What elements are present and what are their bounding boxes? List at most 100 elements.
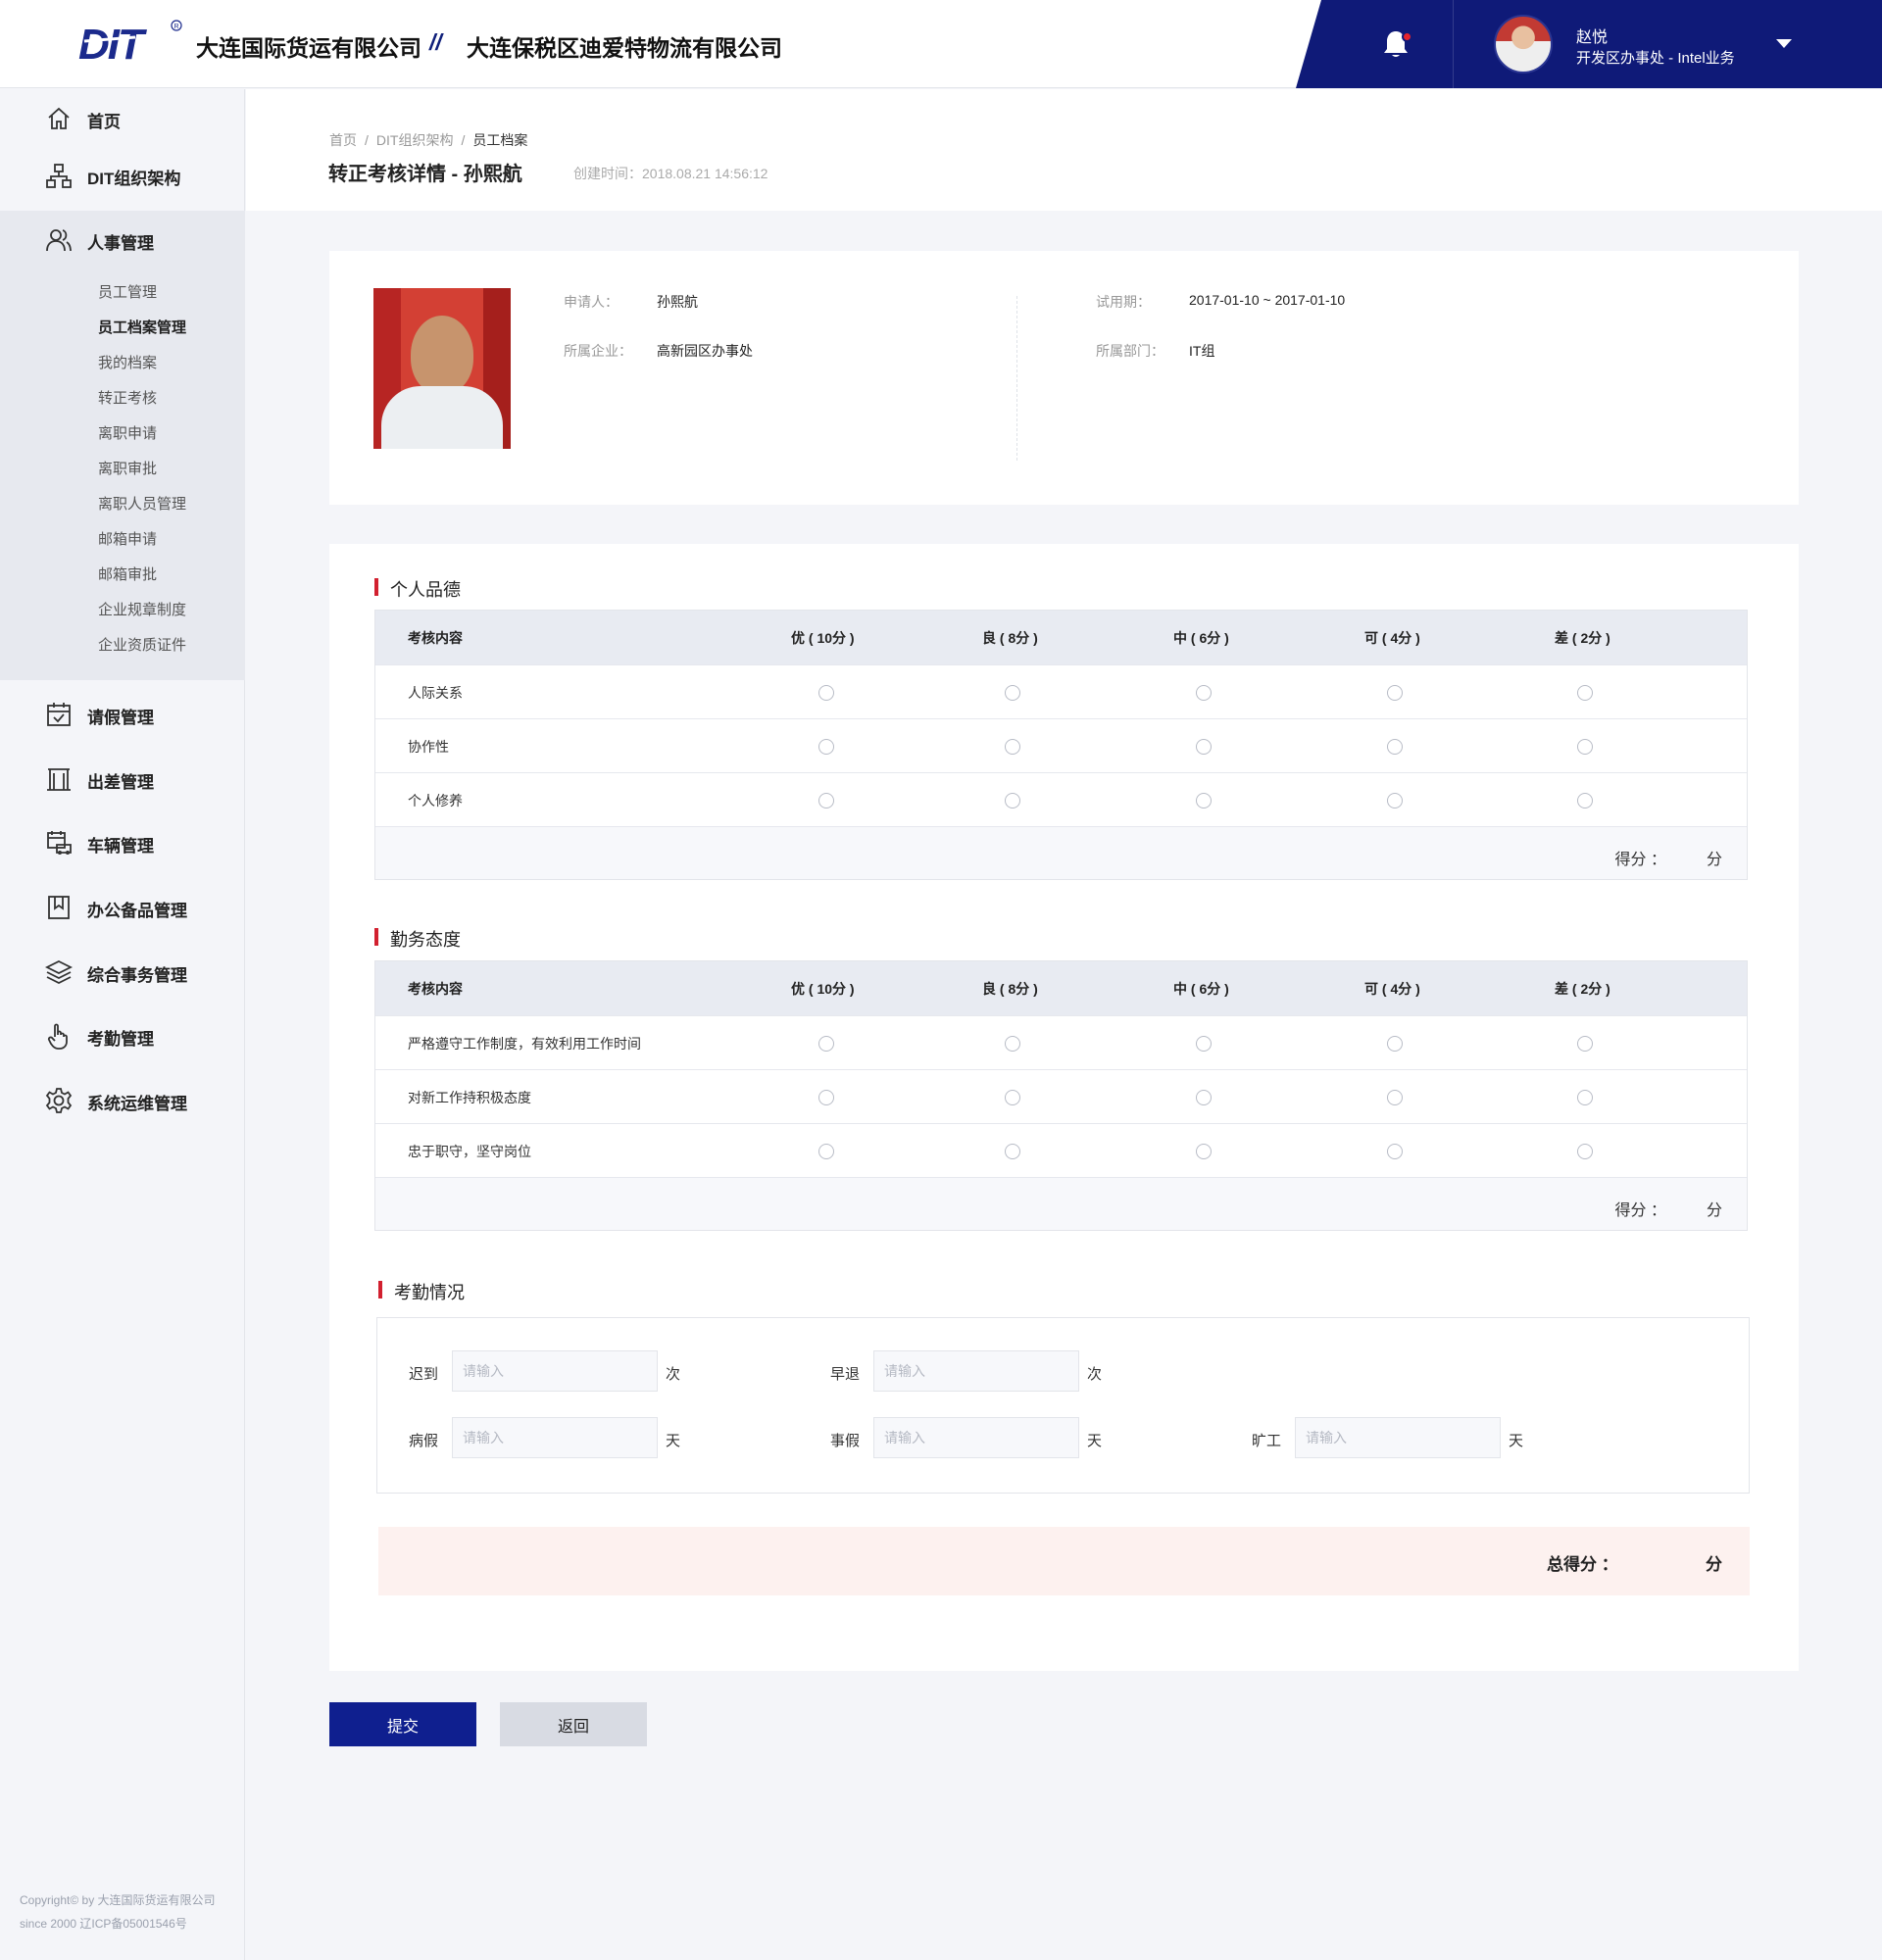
absence-unit: 天 xyxy=(1509,1433,1524,1449)
radio-poor[interactable] xyxy=(1577,739,1593,755)
late-label: 迟到 xyxy=(409,1366,439,1383)
sub-item-employee[interactable]: 员工管理 xyxy=(98,281,157,302)
radio-average[interactable] xyxy=(1196,1036,1212,1052)
breadcrumb-separator: / xyxy=(461,132,466,148)
radio-average[interactable] xyxy=(1196,739,1212,755)
radio-excellent[interactable] xyxy=(818,793,834,808)
breadcrumb-home[interactable]: 首页 xyxy=(329,132,357,148)
personal-leave-label: 事假 xyxy=(830,1433,861,1449)
sub-item-mailbox-approve[interactable]: 邮箱审批 xyxy=(98,564,157,584)
breadcrumb-current: 员工档案 xyxy=(472,132,528,148)
dit-logo[interactable]: DIT R xyxy=(78,20,186,65)
sidebar: 首页 DIT组织架构 人事管理 员工管理 员工档案管理 我的档案 转正考核 离职… xyxy=(0,89,245,1960)
radio-poor[interactable] xyxy=(1577,1036,1593,1052)
radio-good[interactable] xyxy=(1005,685,1020,701)
radio-average[interactable] xyxy=(1196,793,1212,808)
sub-item-resign-apply[interactable]: 离职申请 xyxy=(98,422,157,443)
radio-fair[interactable] xyxy=(1387,1090,1403,1105)
radio-fair[interactable] xyxy=(1387,1144,1403,1159)
sidebar-item-label: 出差管理 xyxy=(87,773,154,792)
radio-poor[interactable] xyxy=(1577,685,1593,701)
sidebar-item-office-supplies[interactable]: 办公备品管理 xyxy=(0,878,245,935)
absence-input[interactable] xyxy=(1295,1417,1501,1458)
submit-button[interactable]: 提交 xyxy=(329,1702,476,1746)
early-leave-unit: 次 xyxy=(1087,1366,1103,1383)
sub-item-regulations[interactable]: 企业规章制度 xyxy=(98,599,186,619)
radio-good[interactable] xyxy=(1005,1144,1020,1159)
row-label: 忠于职守，坚守岗位 xyxy=(408,1144,531,1159)
table-row: 人际关系 xyxy=(375,664,1747,718)
radio-excellent[interactable] xyxy=(818,1036,834,1052)
sub-item-probation-review[interactable]: 转正考核 xyxy=(98,387,157,408)
personal-leave-input[interactable] xyxy=(873,1417,1079,1458)
breadcrumb-separator: / xyxy=(365,132,369,148)
chevron-down-icon[interactable] xyxy=(1776,39,1792,48)
radio-fair[interactable] xyxy=(1387,1036,1403,1052)
attendance-box: 迟到 次 早退 次 病假 天 事假 天 旷工 天 xyxy=(376,1317,1750,1494)
radio-good[interactable] xyxy=(1005,1036,1020,1052)
radio-poor[interactable] xyxy=(1577,1144,1593,1159)
score-row: 得分 ： 分 xyxy=(375,826,1747,879)
total-score-bar: 总得分 ： 分 xyxy=(378,1527,1750,1595)
sick-leave-input[interactable] xyxy=(452,1417,658,1458)
sub-item-mailbox-apply[interactable]: 邮箱申请 xyxy=(98,528,157,549)
radio-good[interactable] xyxy=(1005,739,1020,755)
sidebar-item-label: 请假管理 xyxy=(87,709,154,727)
radio-good[interactable] xyxy=(1005,1090,1020,1105)
page-title: 转正考核详情 - 孙熙航 xyxy=(328,164,522,185)
radio-excellent[interactable] xyxy=(818,739,834,755)
radio-poor[interactable] xyxy=(1577,1090,1593,1105)
radio-fair[interactable] xyxy=(1387,685,1403,701)
score-row: 得分 ： 分 xyxy=(375,1177,1747,1230)
grade-header: 中 ( 6分 ) xyxy=(1173,630,1229,646)
evaluation-card: 个人品德 考核内容 优 ( 10分 ) 良 ( 8分 ) 中 ( 6分 ) 可 … xyxy=(329,544,1799,1671)
radio-poor[interactable] xyxy=(1577,793,1593,808)
sub-item-certificates[interactable]: 企业资质证件 xyxy=(98,634,186,655)
radio-fair[interactable] xyxy=(1387,793,1403,808)
sidebar-item-hr[interactable]: 人事管理 xyxy=(0,211,245,268)
svg-text:DIT: DIT xyxy=(78,21,147,65)
company-label: 所属企业： xyxy=(564,343,632,359)
score-label: 得分 ： xyxy=(1614,1202,1666,1219)
sidebar-item-system-ops[interactable]: 系统运维管理 xyxy=(0,1071,245,1128)
sub-item-my-archive[interactable]: 我的档案 xyxy=(98,352,157,372)
applicant-label: 申请人： xyxy=(564,294,619,310)
content-header: 考核内容 xyxy=(408,630,463,646)
radio-good[interactable] xyxy=(1005,793,1020,808)
svg-text:R: R xyxy=(174,24,179,30)
early-leave-input[interactable] xyxy=(873,1350,1079,1392)
sidebar-item-business-trip[interactable]: 出差管理 xyxy=(0,750,245,807)
radio-excellent[interactable] xyxy=(818,1144,834,1159)
sidebar-item-leave[interactable]: 请假管理 xyxy=(0,685,245,742)
radio-average[interactable] xyxy=(1196,1090,1212,1105)
sidebar-item-attendance[interactable]: 考勤管理 xyxy=(0,1006,245,1063)
breadcrumb-org[interactable]: DIT组织架构 xyxy=(376,132,454,148)
section-title-character: 个人品德 xyxy=(374,576,461,602)
sidebar-item-label: 首页 xyxy=(87,113,121,131)
table-row: 个人修养 xyxy=(375,772,1747,826)
sidebar-item-general-affairs[interactable]: 综合事务管理 xyxy=(0,943,245,1000)
radio-excellent[interactable] xyxy=(818,1090,834,1105)
sidebar-item-org[interactable]: DIT组织架构 xyxy=(0,146,245,203)
radio-fair[interactable] xyxy=(1387,739,1403,755)
radio-excellent[interactable] xyxy=(818,685,834,701)
back-button[interactable]: 返回 xyxy=(500,1702,647,1746)
sidebar-item-home[interactable]: 首页 xyxy=(0,89,245,146)
radio-average[interactable] xyxy=(1196,1144,1212,1159)
sidebar-item-vehicle[interactable]: 车辆管理 xyxy=(0,813,245,870)
late-input[interactable] xyxy=(452,1350,658,1392)
divider xyxy=(1453,0,1454,88)
radio-average[interactable] xyxy=(1196,685,1212,701)
sub-item-resign-approve[interactable]: 离职审批 xyxy=(98,458,157,478)
divider xyxy=(1016,296,1017,461)
grade-header: 差 ( 2分 ) xyxy=(1555,630,1610,646)
sub-item-employee-archive[interactable]: 员工档案管理 xyxy=(98,317,186,337)
sub-item-resigned-staff[interactable]: 离职人员管理 xyxy=(98,493,186,514)
user-panel: 赵悦 开发区办事处 - Intel业务 xyxy=(1296,0,1882,88)
avatar[interactable] xyxy=(1494,15,1553,74)
table-header: 考核内容 优 ( 10分 ) 良 ( 8分 ) 中 ( 6分 ) 可 ( 4分 … xyxy=(375,961,1747,1015)
section-title-work-attitude: 勤务态度 xyxy=(374,926,461,952)
dept-value: IT组 xyxy=(1189,343,1215,359)
table-row: 忠于职守，坚守岗位 xyxy=(375,1123,1747,1177)
hr-menu-group: 人事管理 员工管理 员工档案管理 我的档案 转正考核 离职申请 离职审批 离职人… xyxy=(0,211,245,680)
